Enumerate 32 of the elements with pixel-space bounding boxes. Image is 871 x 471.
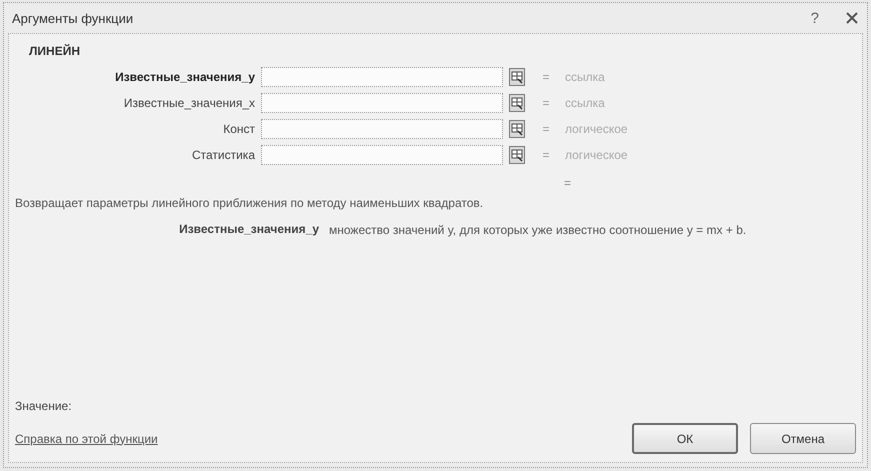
dialog-button[interactable]: ОК [632,423,738,454]
equals-sign: = [541,148,550,162]
help-link[interactable]: Справка по этой функции [15,432,158,446]
argument-label: Статистика [190,148,255,162]
equals-sign: = [541,96,550,110]
function-description: Возвращает параметры линейного приближения по методу наименьших квадратов. [15,196,484,210]
argument-field[interactable] [261,67,503,87]
equals-sign: = [541,122,550,136]
argument-label: Известные_значения_x [122,96,255,110]
equals-sign: = [541,70,550,84]
argument-field[interactable] [261,119,503,139]
argument-label: Конст [222,122,255,136]
function-name: ЛИНЕЙН [29,44,82,58]
argument-result: ссылка [565,96,606,110]
close-icon[interactable] [845,11,859,25]
collapse-icon[interactable] [509,94,525,112]
argument-name: Известные_значения_y [178,222,319,238]
window-title: Аргументы функции [12,10,134,26]
help-button[interactable]: ? [810,10,819,26]
argument-field[interactable] [261,145,503,165]
dialog-button[interactable]: Отмена [750,423,856,454]
argument-result: ссылка [565,70,606,84]
value-label: Значение: [15,399,73,413]
argument-description: множество значений y, для которых уже известно соотношение y = mx + b. [329,222,748,239]
argument-label: Известные_значения_y [114,70,255,84]
argument-result: логическое [565,148,629,162]
collapse-icon[interactable] [509,120,525,138]
formula-result: = [564,176,572,190]
collapse-icon[interactable] [509,68,525,86]
argument-result: логическое [565,122,629,136]
collapse-icon[interactable] [509,146,525,164]
argument-field[interactable] [261,93,503,113]
